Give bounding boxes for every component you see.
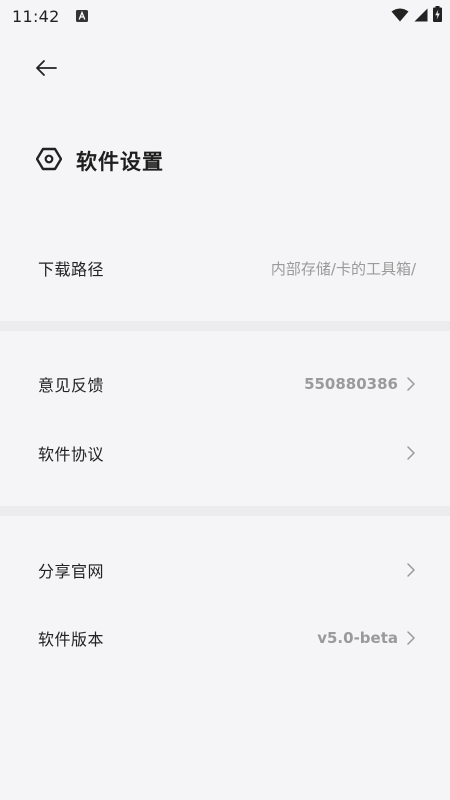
software-version-row[interactable]: 软件版本 v5.0-beta <box>0 608 450 668</box>
feedback-label: 意见反馈 <box>38 376 105 395</box>
download-path-label: 下载路径 <box>38 260 105 279</box>
feedback-row[interactable]: 意见反馈 550880386 <box>0 354 450 414</box>
chevron-right-icon <box>406 376 416 392</box>
page-title: 软件设置 <box>76 150 164 174</box>
row-right: v5.0-beta <box>317 629 416 647</box>
row-right <box>406 562 416 578</box>
arrow-left-icon <box>34 59 58 81</box>
status-left: 11:42 <box>12 7 88 26</box>
row-right: 内部存储/卡的工具箱/ <box>271 258 416 279</box>
row-right: 550880386 <box>304 375 416 393</box>
status-time: 11:42 <box>12 6 60 26</box>
status-bar: 11:42 <box>0 0 450 32</box>
chevron-right-icon <box>406 630 416 646</box>
signal-icon <box>414 7 428 26</box>
chevron-right-icon <box>406 445 416 461</box>
section-divider <box>0 506 450 516</box>
feedback-value: 550880386 <box>304 375 398 393</box>
hexagon-settings-icon <box>35 147 63 175</box>
battery-charging-icon <box>433 6 442 26</box>
text-notification-icon <box>75 7 88 26</box>
download-path-row[interactable]: 下载路径 内部存储/卡的工具箱/ <box>0 238 450 298</box>
software-agreement-label: 软件协议 <box>38 445 105 464</box>
software-version-value: v5.0-beta <box>317 629 398 647</box>
share-website-row[interactable]: 分享官网 <box>0 540 450 600</box>
back-button[interactable] <box>26 52 66 88</box>
status-right <box>391 6 442 26</box>
share-website-label: 分享官网 <box>38 562 105 581</box>
page-header: 软件设置 <box>35 146 164 176</box>
download-path-value: 内部存储/卡的工具箱/ <box>270 259 416 278</box>
row-right <box>406 445 416 461</box>
chevron-right-icon <box>406 562 416 578</box>
section-divider <box>0 321 450 331</box>
wifi-icon <box>391 7 409 26</box>
software-version-label: 软件版本 <box>38 630 105 649</box>
software-agreement-row[interactable]: 软件协议 <box>0 423 450 483</box>
